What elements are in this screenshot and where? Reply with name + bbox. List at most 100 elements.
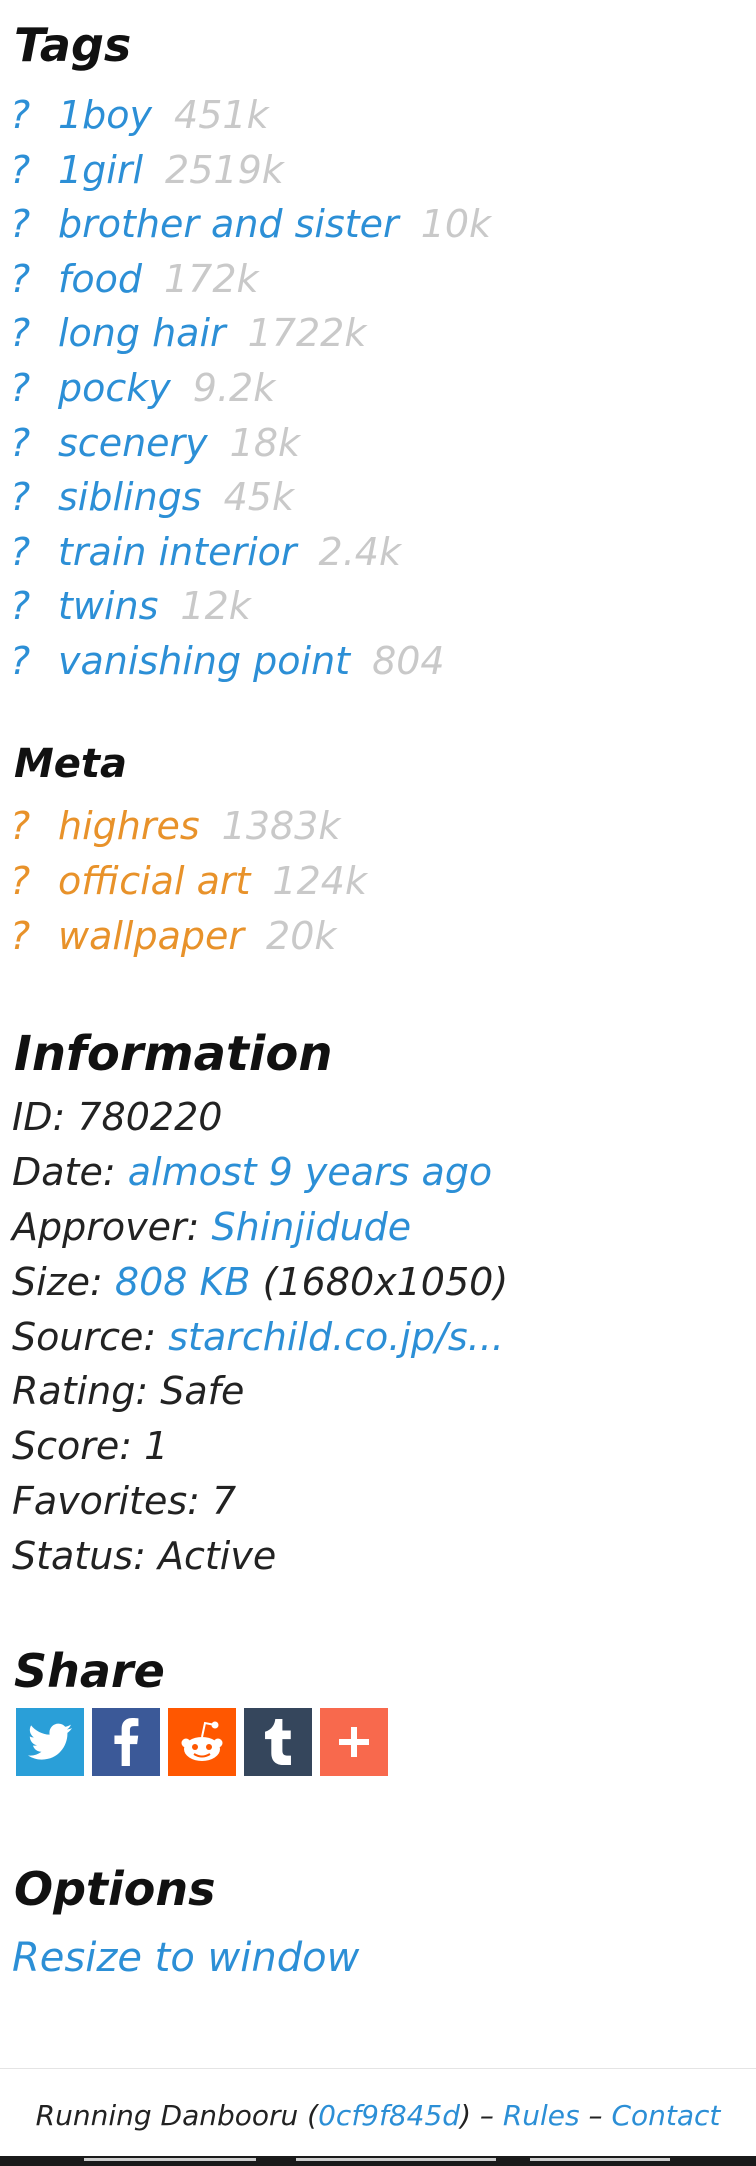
info-label: Score: — [12, 1424, 133, 1468]
info-favorites: Favorites: 7 — [12, 1474, 236, 1528]
tag-wiki-link[interactable]: ? — [10, 854, 58, 908]
tag-count: 451k — [174, 93, 269, 137]
share-tumblr-button[interactable] — [244, 1708, 312, 1776]
tag-link[interactable]: siblings — [58, 475, 202, 519]
info-label: Favorites: — [12, 1479, 200, 1523]
tag-row-highres: ? highres 1383k — [10, 799, 340, 853]
information-heading: Information — [14, 1026, 333, 1082]
tag-link[interactable]: scenery — [58, 421, 208, 465]
tag-row-scenery: ? scenery 18k — [10, 416, 300, 470]
tag-link[interactable]: wallpaper — [58, 914, 244, 958]
tag-count: 2519k — [165, 148, 284, 192]
tag-wiki-link[interactable]: ? — [10, 470, 58, 524]
info-approver: Approver: Shinjidude — [12, 1200, 411, 1254]
commit-link[interactable]: 0cf9f845d — [318, 2099, 460, 2132]
info-date: Date: almost 9 years ago — [12, 1145, 492, 1199]
tag-wiki-link[interactable]: ? — [10, 252, 58, 306]
tag-link[interactable]: food — [58, 257, 142, 301]
footer-running-text: Running Danbooru ( — [35, 2099, 319, 2132]
tag-link[interactable]: vanishing point — [58, 639, 350, 683]
tag-count: 12k — [180, 584, 251, 628]
share-buttons — [16, 1708, 388, 1776]
tag-wiki-link[interactable]: ? — [10, 525, 58, 579]
share-twitter-button[interactable] — [16, 1708, 84, 1776]
tag-count: 172k — [164, 257, 259, 301]
tag-link[interactable]: brother and sister — [58, 202, 399, 246]
facebook-icon — [114, 1718, 139, 1766]
info-size: Size: 808 KB (1680x1050) — [12, 1255, 508, 1309]
tag-wiki-link[interactable]: ? — [10, 361, 58, 415]
contact-link[interactable]: Contact — [611, 2099, 720, 2132]
info-id: ID: 780220 — [12, 1090, 222, 1144]
tag-count: 1722k — [247, 311, 367, 355]
share-more-button[interactable] — [320, 1708, 388, 1776]
resize-to-window-link[interactable]: Resize to window — [12, 1930, 359, 1986]
info-label: Date: — [12, 1150, 116, 1194]
rules-link[interactable]: Rules — [503, 2099, 580, 2132]
tag-count: 45k — [223, 475, 294, 519]
source-link[interactable]: starchild.co.jp/s... — [168, 1315, 504, 1359]
tag-wiki-link[interactable]: ? — [10, 799, 58, 853]
info-value: 780220 — [77, 1095, 223, 1139]
tag-row-train-interior: ? train interior 2.4k — [10, 525, 401, 579]
info-source: Source: starchild.co.jp/s... — [12, 1310, 504, 1364]
tag-link[interactable]: train interior — [58, 530, 297, 574]
info-label: Rating: — [12, 1369, 149, 1413]
info-value: 7 — [212, 1479, 237, 1523]
info-score: Score: 1 — [12, 1419, 168, 1473]
tag-link[interactable]: 1boy — [58, 93, 152, 137]
share-heading: Share — [14, 1644, 165, 1698]
info-rating: Rating: Safe — [12, 1364, 244, 1418]
post-sidebar-page: Tags ? 1boy 451k ? 1girl 2519k ? brother and … — [0, 0, 756, 2166]
nav-bar-segment — [84, 2158, 256, 2161]
tag-count: 1383k — [221, 804, 341, 848]
tag-wiki-link[interactable]: ? — [10, 634, 58, 688]
tag-link[interactable]: long hair — [58, 311, 226, 355]
tag-link[interactable]: official art — [58, 859, 250, 903]
footer-separator: – — [579, 2099, 612, 2132]
tag-wiki-link[interactable]: ? — [10, 306, 58, 360]
tag-wiki-link[interactable]: ? — [10, 88, 58, 142]
tag-link[interactable]: 1girl — [58, 148, 143, 192]
tag-count: 2.4k — [318, 530, 401, 574]
tag-link[interactable]: highres — [58, 804, 200, 848]
info-value: Active — [157, 1534, 277, 1578]
info-label: Source: — [12, 1315, 157, 1359]
date-link[interactable]: almost 9 years ago — [128, 1150, 492, 1194]
tag-link[interactable]: pocky — [58, 366, 171, 410]
footer-paren: ) — [460, 2099, 472, 2132]
file-size-link[interactable]: 808 KB — [115, 1260, 251, 1304]
footer: Running Danbooru (0cf9f845d) – Rules – C… — [0, 2096, 756, 2136]
tag-wiki-link[interactable]: ? — [10, 143, 58, 197]
tag-count: 9.2k — [192, 366, 276, 410]
approver-link[interactable]: Shinjidude — [212, 1205, 412, 1249]
tag-wiki-link[interactable]: ? — [10, 416, 58, 470]
info-label: Size: — [12, 1260, 103, 1304]
footer-divider — [0, 2068, 756, 2069]
tag-wiki-link[interactable]: ? — [10, 197, 58, 251]
tag-row-pocky: ? pocky 9.2k — [10, 361, 275, 415]
tag-wiki-link[interactable]: ? — [10, 909, 58, 963]
info-value: Safe — [160, 1369, 245, 1413]
info-label: Status: — [12, 1534, 146, 1578]
reddit-icon — [181, 1721, 223, 1761]
tags-heading: Tags — [14, 18, 132, 72]
tag-row-wallpaper: ? wallpaper 20k — [10, 909, 336, 963]
tag-link[interactable]: twins — [58, 584, 158, 628]
options-heading: Options — [14, 1862, 216, 1916]
info-label: Approver: — [12, 1205, 200, 1249]
tag-row-brother-and-sister: ? brother and sister 10k — [10, 197, 491, 251]
share-facebook-button[interactable] — [92, 1708, 160, 1776]
tag-count: 124k — [272, 859, 367, 903]
nav-bar-segment — [296, 2158, 496, 2161]
info-label: ID: — [12, 1095, 66, 1139]
share-reddit-button[interactable] — [168, 1708, 236, 1776]
tag-count: 20k — [266, 914, 337, 958]
tag-row-twins: ? twins 12k — [10, 579, 251, 633]
twitter-icon — [28, 1723, 72, 1760]
tag-wiki-link[interactable]: ? — [10, 579, 58, 633]
nav-bar-segment — [530, 2158, 670, 2161]
meta-heading: Meta — [14, 741, 128, 787]
image-dimensions: (1680x1050) — [262, 1260, 509, 1304]
addthis-plus-icon — [339, 1727, 369, 1757]
